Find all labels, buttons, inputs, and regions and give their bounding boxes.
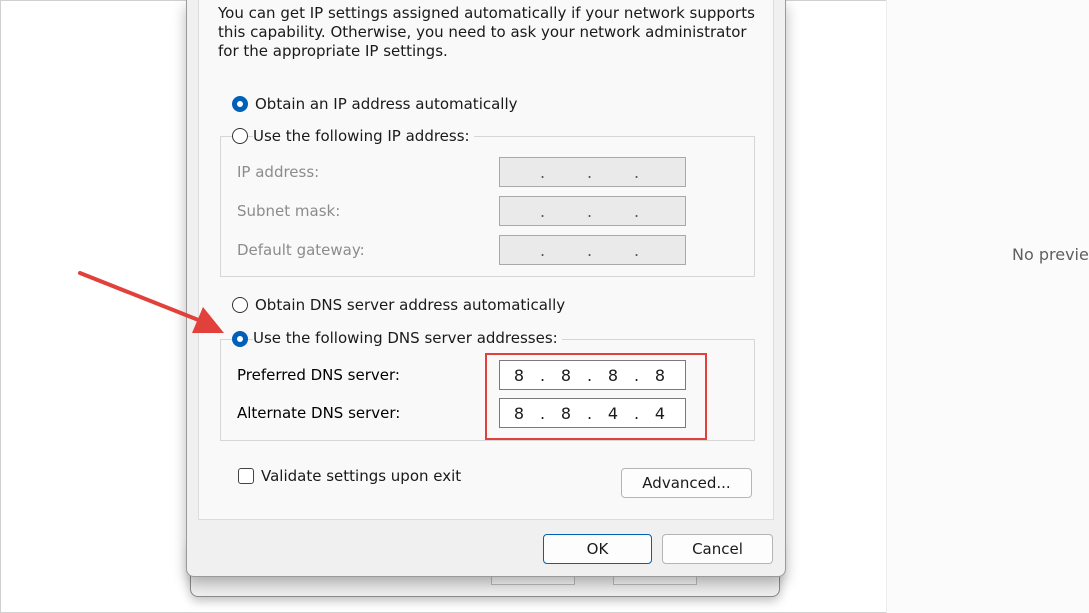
cancel-button[interactable]: Cancel	[662, 534, 773, 564]
obtain-ip-auto-label[interactable]: Obtain an IP address automatically	[255, 95, 518, 114]
preview-pane	[886, 0, 1089, 613]
preferred-dns-label: Preferred DNS server:	[237, 366, 400, 384]
use-following-ip-label[interactable]: Use the following IP address:	[253, 127, 474, 146]
use-following-dns-label[interactable]: Use the following DNS server addresses:	[253, 329, 562, 348]
alternate-dns-label: Alternate DNS server:	[237, 404, 401, 422]
annotation-arrow-icon	[78, 271, 224, 333]
ip-address-input[interactable]: ...	[499, 157, 686, 187]
dns-highlight-annotation	[485, 353, 707, 440]
validate-settings-checkbox[interactable]	[238, 468, 254, 484]
description-text: You can get IP settings assigned automat…	[218, 4, 755, 60]
obtain-dns-auto-label[interactable]: Obtain DNS server address automatically	[255, 296, 565, 315]
validate-settings-label[interactable]: Validate settings upon exit	[261, 467, 461, 486]
no-preview-text: No previe	[1012, 245, 1089, 264]
default-gateway-input[interactable]: ...	[499, 235, 686, 265]
advanced-button[interactable]: Advanced...	[621, 468, 752, 498]
ok-button[interactable]: OK	[543, 534, 652, 564]
subnet-mask-input[interactable]: ...	[499, 196, 686, 226]
